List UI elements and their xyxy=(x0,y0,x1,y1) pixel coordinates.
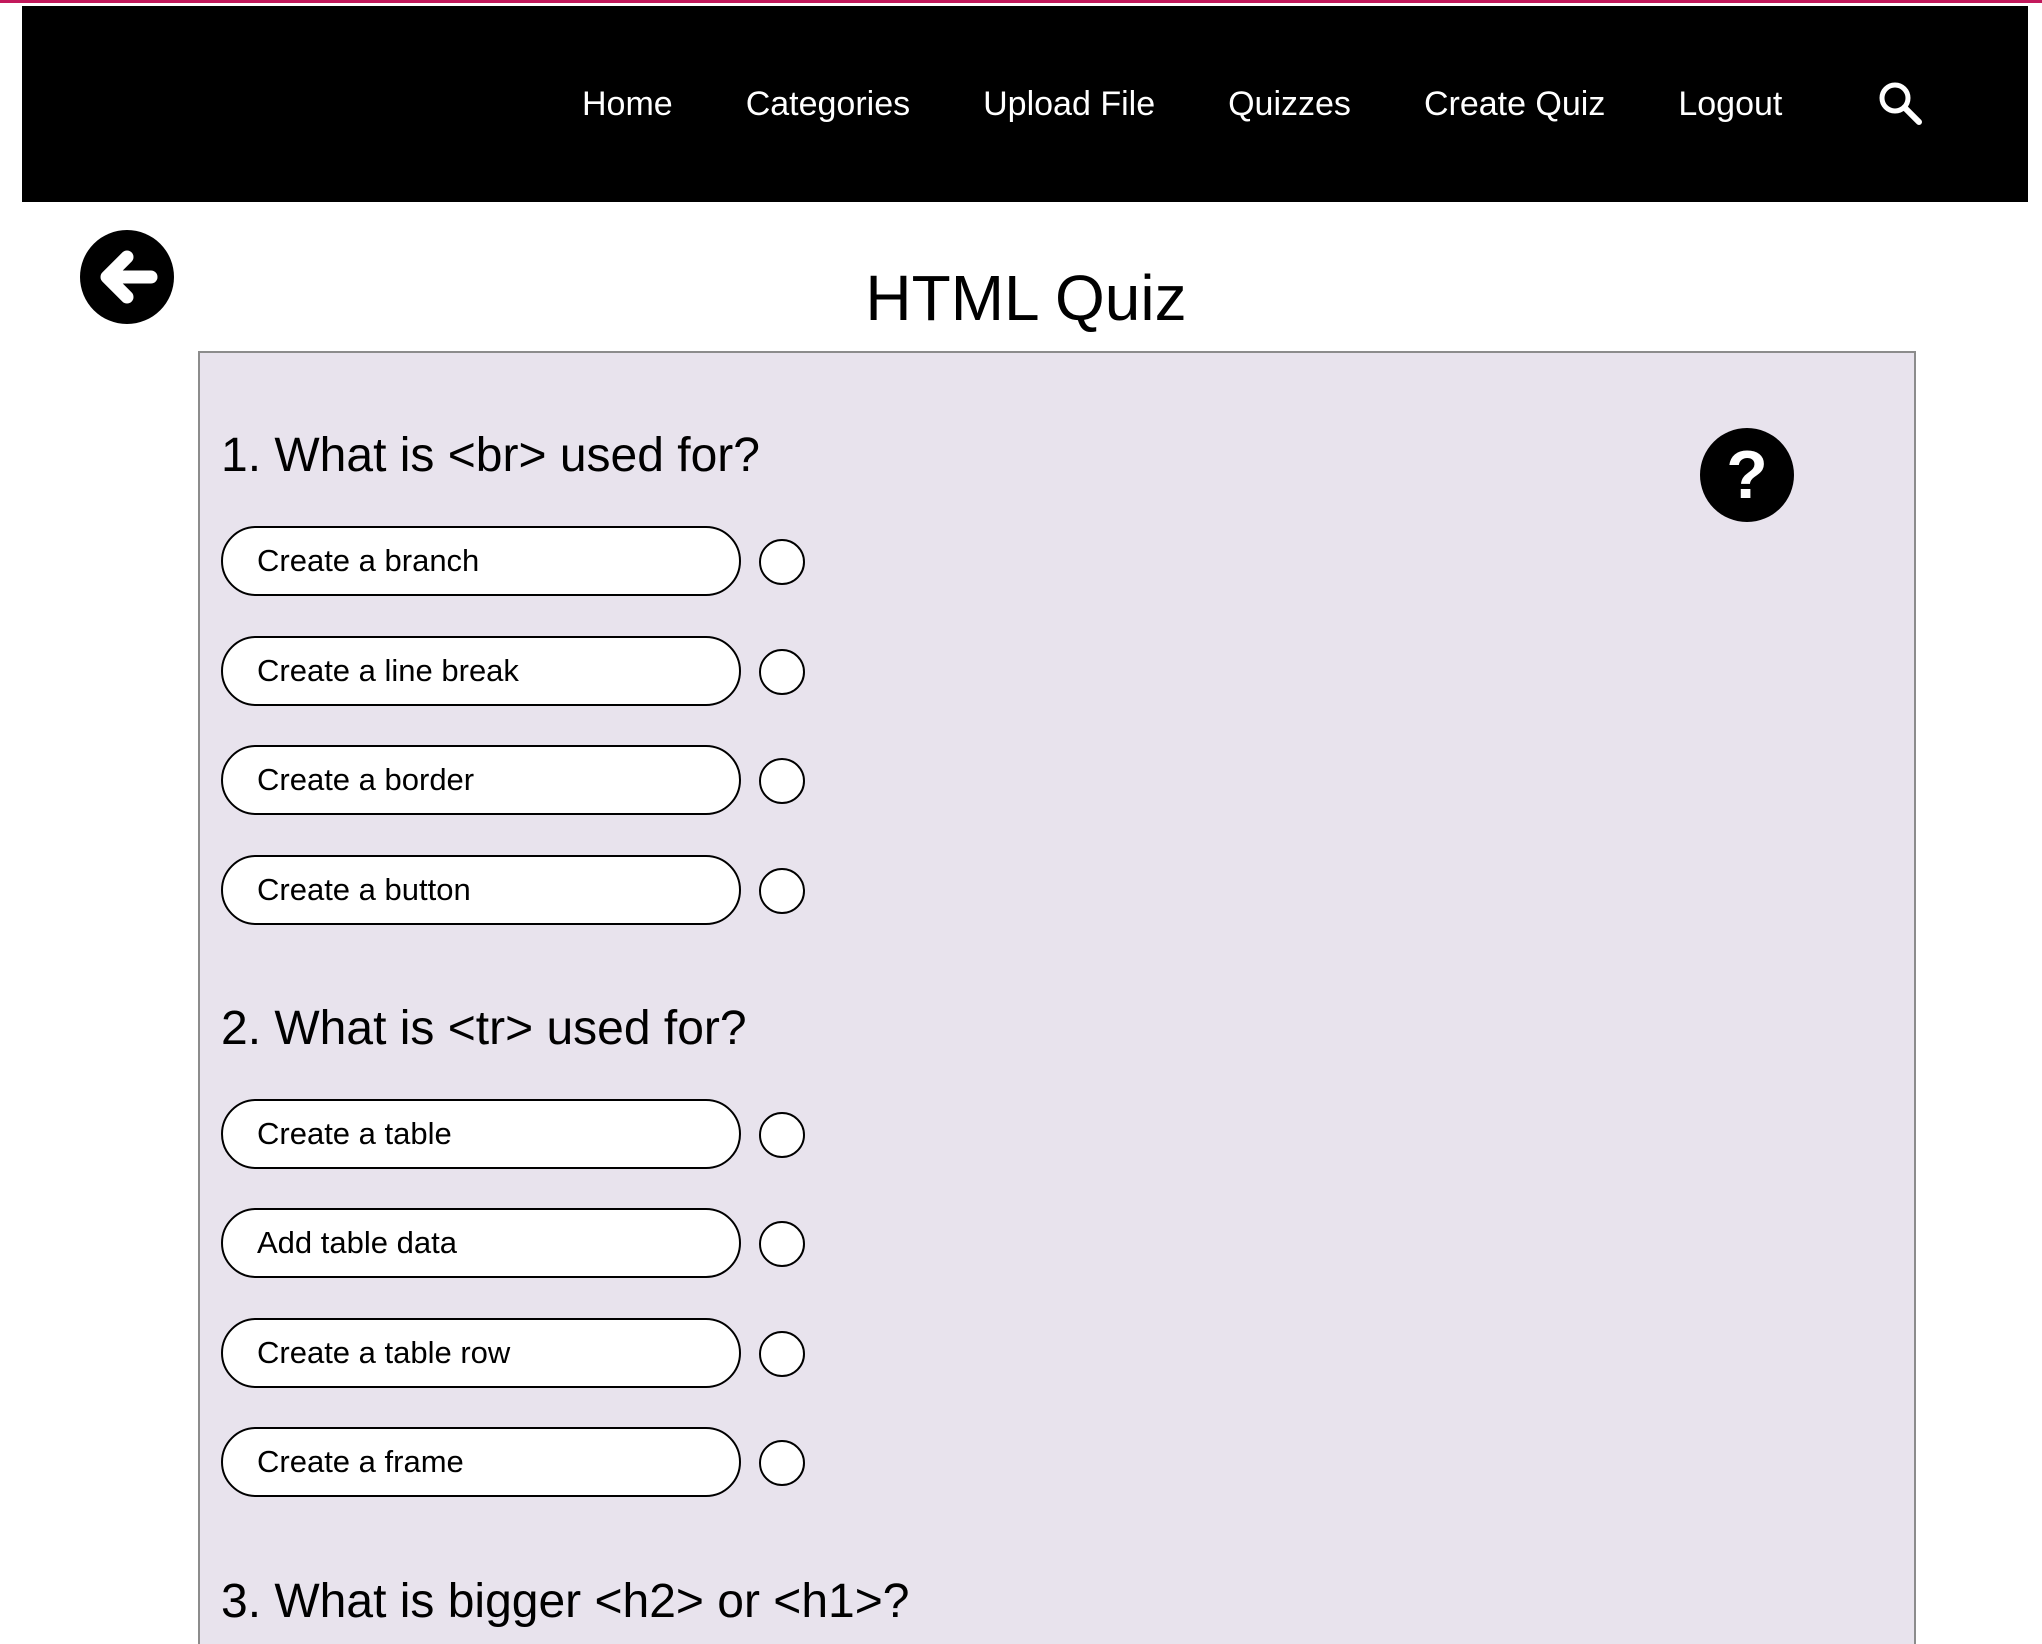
page-title: HTML Quiz xyxy=(865,262,1187,334)
nav-create-quiz[interactable]: Create Quiz xyxy=(1424,85,1605,124)
top-accent-line xyxy=(0,0,2042,3)
answer-option[interactable]: Create a table row xyxy=(221,1318,741,1388)
nav-upload-file[interactable]: Upload File xyxy=(983,85,1155,124)
question-1-option-4: Create a button xyxy=(221,855,811,927)
answer-option[interactable]: Create a table xyxy=(221,1099,741,1169)
question-2-text: 2. What is <tr> used for? xyxy=(221,1002,747,1055)
answer-radio[interactable] xyxy=(759,758,805,804)
search-icon[interactable] xyxy=(1877,80,1923,126)
answer-radio[interactable] xyxy=(759,1440,805,1486)
answer-radio[interactable] xyxy=(759,1112,805,1158)
nav-logout[interactable]: Logout xyxy=(1678,85,1782,124)
nav-categories[interactable]: Categories xyxy=(746,85,910,124)
answer-radio[interactable] xyxy=(759,649,805,695)
answer-radio[interactable] xyxy=(759,1221,805,1267)
answer-radio[interactable] xyxy=(759,868,805,914)
question-1-option-3: Create a border xyxy=(221,745,811,817)
question-1-text: 1. What is <br> used for? xyxy=(221,429,760,482)
question-3-text: 3. What is bigger <h2> or <h1>? xyxy=(221,1575,910,1628)
answer-radio[interactable] xyxy=(759,1331,805,1377)
answer-option[interactable]: Create a frame xyxy=(221,1427,741,1497)
nav-quizzes[interactable]: Quizzes xyxy=(1228,85,1351,124)
question-1-option-2: Create a line break xyxy=(221,636,811,708)
question-1-option-1: Create a branch xyxy=(221,526,811,598)
answer-option[interactable]: Create a line break xyxy=(221,636,741,706)
question-2-option-4: Create a frame xyxy=(221,1427,811,1499)
nav-home[interactable]: Home xyxy=(582,85,673,124)
question-2-option-2: Add table data xyxy=(221,1208,811,1280)
answer-option[interactable]: Create a button xyxy=(221,855,741,925)
help-button[interactable]: ? xyxy=(1700,428,1794,522)
nav-links: Home Categories Upload File Quizzes Crea… xyxy=(582,6,1782,202)
answer-option[interactable]: Create a border xyxy=(221,745,741,815)
answer-option[interactable]: Create a branch xyxy=(221,526,741,596)
answer-radio[interactable] xyxy=(759,539,805,585)
quiz-page: Home Categories Upload File Quizzes Crea… xyxy=(0,0,2042,1644)
question-2-option-1: Create a table xyxy=(221,1099,811,1171)
question-2-option-3: Create a table row xyxy=(221,1318,811,1390)
top-navbar: Home Categories Upload File Quizzes Crea… xyxy=(22,6,2028,202)
answer-option[interactable]: Add table data xyxy=(221,1208,741,1278)
